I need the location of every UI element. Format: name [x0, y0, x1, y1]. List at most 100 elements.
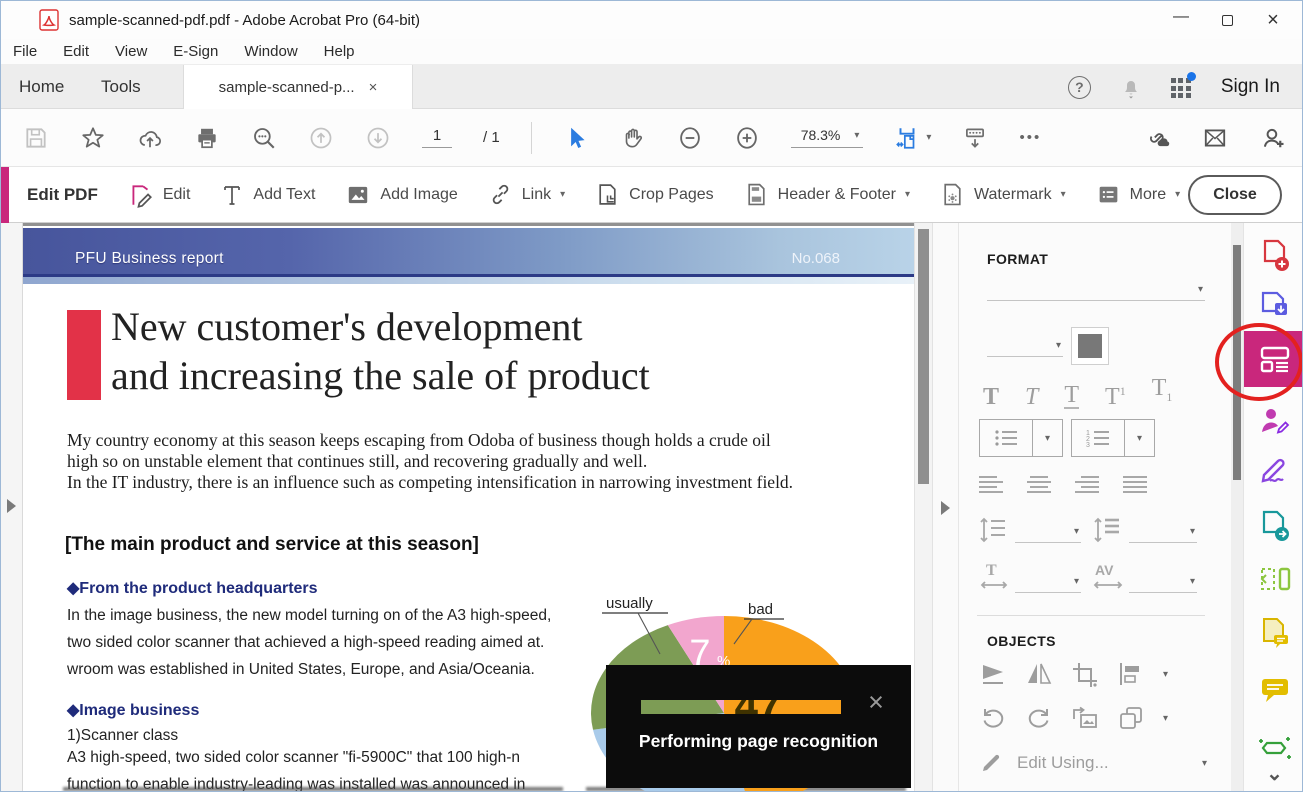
pdf-intro-paragraph: My country economy at this season keeps … [67, 430, 793, 493]
share-link-icon[interactable] [1144, 125, 1170, 151]
replace-image-button[interactable] [1071, 705, 1099, 731]
page-number-input[interactable]: 1 [422, 127, 452, 148]
horizontal-scale-select[interactable]: ▾ [1015, 569, 1081, 593]
align-center-button[interactable] [1025, 473, 1053, 497]
document-comments-tool[interactable] [1244, 617, 1303, 651]
subscript-button[interactable]: T1 [1152, 376, 1173, 409]
document-scrollbar-thumb[interactable] [918, 229, 929, 484]
fit-width-select[interactable]: ▾ [894, 125, 931, 151]
numbered-list-dropdown[interactable]: ▾ [1124, 420, 1154, 456]
select-pointer-icon[interactable] [563, 125, 589, 151]
add-text-button[interactable]: Add Text [220, 183, 315, 207]
search-icon[interactable] [251, 125, 277, 151]
page-recognition-toast: × Performing page recognition [606, 665, 911, 788]
crop-pages-button[interactable]: Crop Pages [595, 182, 714, 207]
character-spacing-select[interactable]: ▾ [1129, 569, 1197, 593]
zoom-level-select[interactable]: 78.3% ▾ [791, 127, 864, 148]
cloud-upload-icon[interactable] [137, 125, 163, 151]
font-color-swatch [1078, 334, 1102, 358]
pdf-banner-number: No.068 [792, 250, 840, 267]
bullet-list-button[interactable] [980, 420, 1032, 456]
font-family-select[interactable]: ▾ [987, 275, 1205, 301]
rotate-ccw-button[interactable] [979, 705, 1007, 731]
expand-left-pane-icon[interactable] [7, 499, 16, 513]
send-for-review-tool[interactable] [1244, 509, 1303, 543]
toast-close-icon[interactable]: × [858, 687, 894, 719]
organize-pages-tool[interactable] [1244, 563, 1303, 595]
next-page-icon[interactable] [365, 125, 391, 151]
edit-button[interactable]: Edit [128, 182, 191, 208]
align-left-button[interactable] [977, 473, 1005, 497]
scan-ocr-tool[interactable] [1244, 735, 1303, 761]
zoom-in-icon[interactable] [734, 125, 760, 151]
close-edit-pdf-button[interactable]: Close [1188, 175, 1282, 215]
print-icon[interactable] [194, 125, 220, 151]
align-objects-button[interactable] [1117, 661, 1145, 687]
menu-file[interactable]: File [13, 43, 37, 60]
more-tools-chevron[interactable]: ⌄ [1244, 761, 1303, 786]
help-icon[interactable]: ? [1068, 76, 1091, 99]
tab-document[interactable]: sample-scanned-p... × [183, 65, 413, 109]
menu-esign[interactable]: E-Sign [173, 43, 218, 60]
zoom-out-icon[interactable] [677, 125, 703, 151]
bullet-list-dropdown[interactable]: ▾ [1032, 420, 1062, 456]
notifications-bell-icon[interactable] [1119, 75, 1143, 99]
previous-page-icon[interactable] [308, 125, 334, 151]
underline-button[interactable]: T [1064, 383, 1079, 409]
menu-window[interactable]: Window [244, 43, 297, 60]
font-color-picker[interactable] [1071, 327, 1109, 365]
email-icon[interactable] [1202, 125, 1228, 151]
menu-edit[interactable]: Edit [63, 43, 89, 60]
panel-scrollbar[interactable] [1231, 223, 1243, 792]
menu-view[interactable]: View [115, 43, 147, 60]
hand-pan-icon[interactable] [620, 125, 646, 151]
superscript-button[interactable]: T1 [1105, 379, 1126, 409]
edit-using-button[interactable]: Edit Using... ▾ [979, 751, 1207, 775]
create-pdf-tool[interactable] [1244, 239, 1303, 273]
bold-button[interactable]: T [983, 385, 999, 409]
tab-home[interactable]: Home [19, 65, 64, 109]
sign-in-button[interactable]: Sign In [1221, 76, 1280, 98]
format-panel-title: FORMAT [987, 251, 1048, 267]
tab-tools[interactable]: Tools [101, 65, 141, 109]
chevron-down-icon[interactable]: ▾ [1163, 713, 1168, 724]
more-menu-button[interactable]: More ▾ [1096, 182, 1180, 207]
close-button[interactable]: × [1250, 1, 1296, 39]
save-icon[interactable] [23, 125, 49, 151]
document-scrollbar[interactable] [914, 223, 933, 792]
watermark-menu-button[interactable]: Watermark ▾ [940, 182, 1066, 207]
link-menu-button[interactable]: Link ▾ [488, 182, 565, 207]
add-image-button[interactable]: Add Image [345, 182, 457, 208]
font-size-select[interactable]: ▾ [987, 331, 1063, 357]
maximize-button[interactable] [1204, 1, 1250, 39]
request-esignatures-tool[interactable] [1244, 405, 1303, 437]
export-pdf-tool[interactable] [1244, 289, 1303, 323]
pdf-title-line2: and increasing the sale of product [111, 351, 650, 400]
line-spacing-select[interactable]: ▾ [1015, 519, 1081, 543]
user-add-icon[interactable] [1260, 125, 1286, 151]
chevron-down-icon[interactable]: ▾ [1163, 669, 1168, 680]
rotate-cw-button[interactable] [1025, 705, 1053, 731]
collapse-panel-icon[interactable] [941, 501, 950, 515]
flip-horizontal-button[interactable] [1025, 661, 1053, 687]
header-footer-menu-button[interactable]: Header & Footer ▾ [744, 182, 910, 207]
crop-object-button[interactable] [1071, 661, 1099, 687]
flip-vertical-button[interactable] [979, 661, 1007, 687]
minimize-button[interactable]: — [1158, 1, 1204, 39]
tab-close-icon[interactable]: × [369, 79, 378, 96]
align-justify-button[interactable] [1121, 473, 1149, 497]
app-launcher-grid-icon[interactable] [1171, 76, 1193, 98]
star-favorite-icon[interactable] [80, 125, 106, 151]
panel-scrollbar-thumb[interactable] [1233, 245, 1241, 480]
numbered-list-button[interactable]: 1 2 3 [1072, 420, 1124, 456]
more-tools-ellipsis-icon[interactable]: ••• [1019, 129, 1041, 146]
align-right-button[interactable] [1073, 473, 1101, 497]
arrange-objects-button[interactable] [1117, 705, 1145, 731]
page-display-icon[interactable] [962, 125, 988, 151]
fill-and-sign-tool[interactable] [1244, 455, 1303, 485]
edit-pdf-tool-active[interactable] [1244, 331, 1303, 387]
paragraph-spacing-select[interactable]: ▾ [1129, 519, 1197, 543]
italic-button[interactable]: T [1025, 385, 1038, 409]
comment-tool[interactable] [1244, 675, 1303, 705]
menu-help[interactable]: Help [324, 43, 355, 60]
